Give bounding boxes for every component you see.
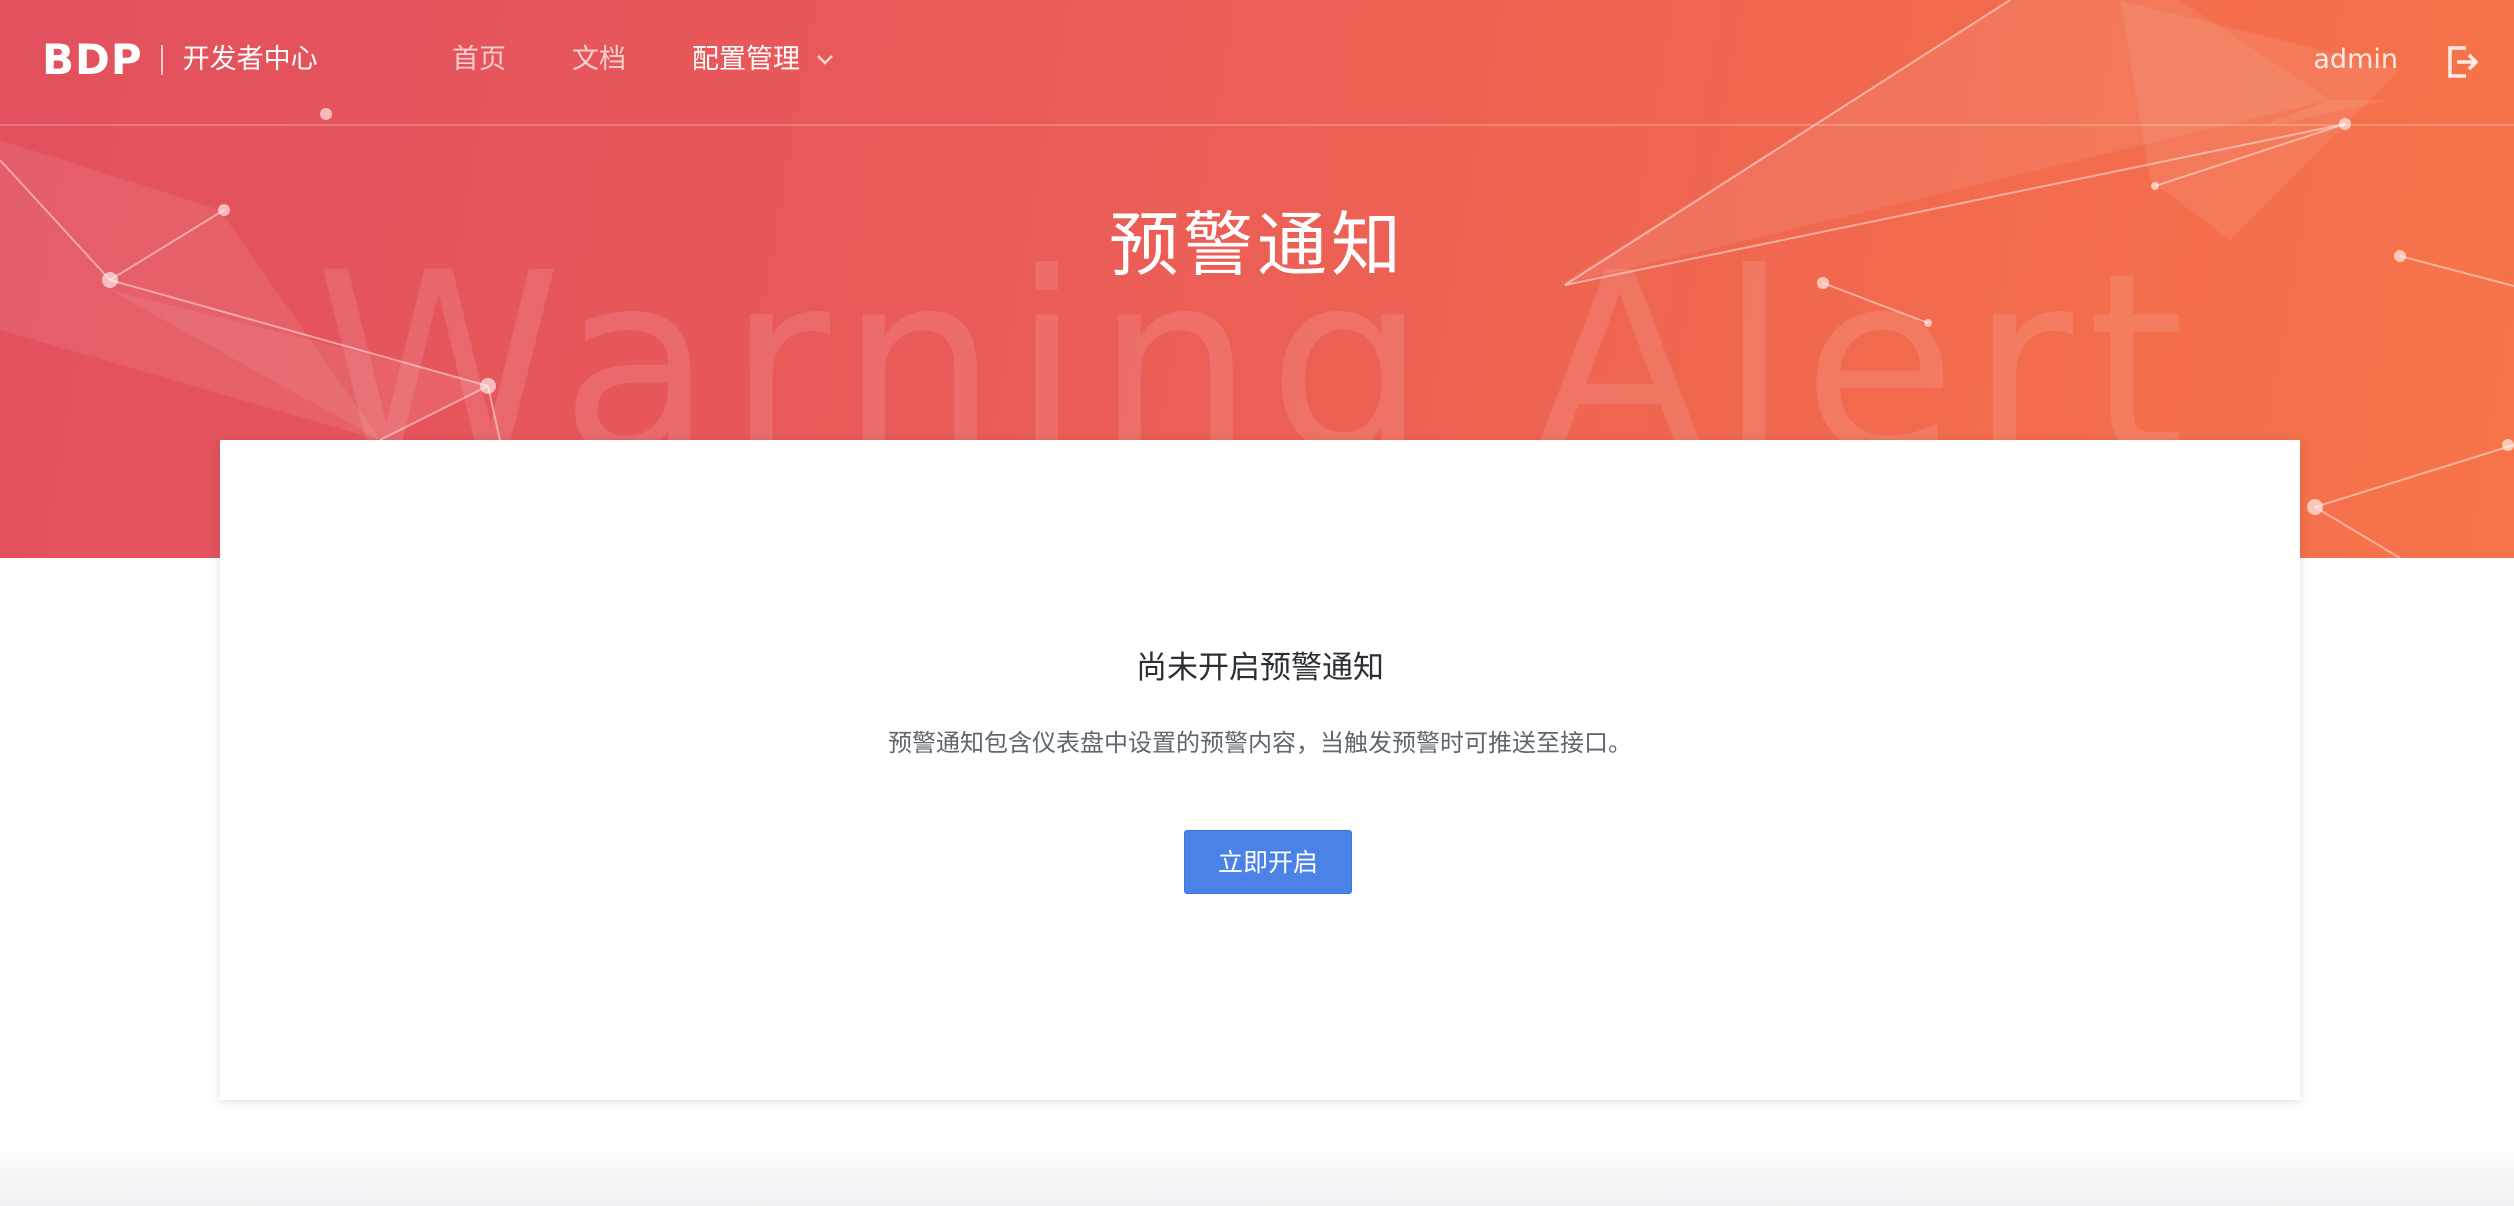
logo-mark: BDP: [42, 35, 143, 84]
empty-state-title: 尚未开启预警通知: [1136, 650, 1384, 686]
footer-shadow: [0, 1140, 2514, 1206]
nav-docs[interactable]: 文档: [572, 40, 626, 80]
page-title: 预警通知: [1109, 204, 1405, 286]
nav-config-label: 配置管理: [692, 44, 800, 75]
user-name[interactable]: admin: [2313, 40, 2398, 80]
chevron-down-icon: [817, 55, 833, 65]
enable-now-button[interactable]: 立即开启: [1184, 830, 1352, 894]
logo-divider: [160, 45, 163, 75]
nav-home[interactable]: 首页: [452, 40, 506, 80]
logout-icon[interactable]: [2444, 44, 2480, 80]
page: Warning Alert 预警通知 BDP 开发者中心 首页 文档 配置管理 …: [0, 0, 2514, 1206]
top-navbar: BDP 开发者中心 首页 文档 配置管理 admin: [0, 0, 2514, 126]
empty-state-description: 预警通知包含仪表盘中设置的预警内容，当触发预警时可推送至接口。: [888, 729, 1632, 757]
empty-state-card: 尚未开启预警通知 预警通知包含仪表盘中设置的预警内容，当触发预警时可推送至接口。…: [220, 440, 2300, 1100]
logo-subtitle: 开发者中心: [182, 44, 318, 75]
logo[interactable]: BDP 开发者中心: [42, 38, 318, 82]
nav-config-management[interactable]: 配置管理: [692, 40, 834, 80]
